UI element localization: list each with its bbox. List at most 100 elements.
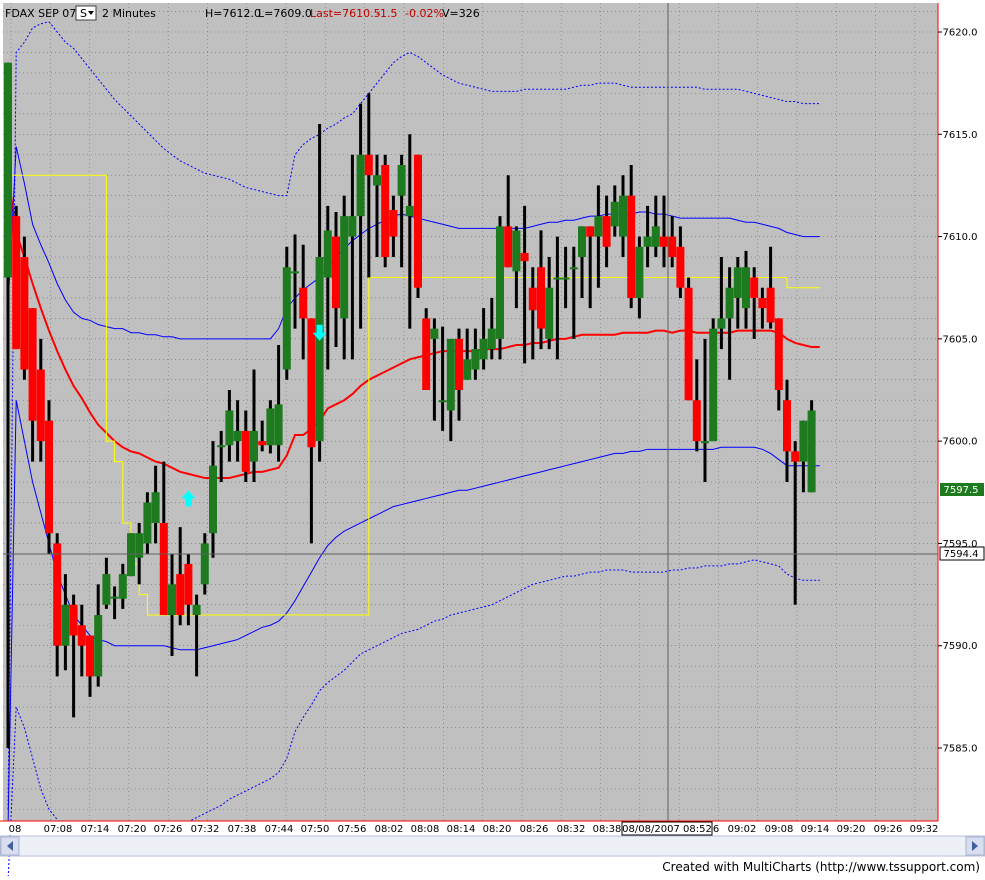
price-axis[interactable]: [938, 3, 985, 821]
candle-body-bear: [36, 369, 45, 442]
candle-body-bull: [651, 226, 660, 247]
candle-body-bear: [53, 543, 62, 646]
change-value: -1.5: [376, 7, 397, 20]
candle-body-bull: [348, 216, 357, 237]
candle-body-bull: [168, 584, 176, 616]
candle-body-bear: [528, 287, 537, 311]
crosshair-time-label: 08/08/2007 08:52: [622, 824, 712, 835]
price-tick-label: 7610.0: [943, 232, 978, 243]
candle-body-bear: [77, 625, 86, 646]
candle-body-bull: [725, 287, 734, 319]
candle: [422, 308, 431, 390]
scrollbar-track[interactable]: [0, 835, 985, 857]
candle-body-bear: [455, 338, 463, 390]
candle-body-bear: [381, 164, 390, 258]
candle-body-bull: [200, 543, 209, 585]
candle-body-bear: [668, 236, 677, 258]
candle-body-bull: [643, 236, 652, 247]
candle-body-bull: [430, 328, 439, 339]
candle-body-bull: [94, 615, 103, 677]
time-tick-label: 08:20: [483, 824, 512, 835]
candle-body-bull: [110, 596, 119, 599]
candle-body-bull: [102, 574, 111, 605]
candle-body-bear: [184, 563, 193, 605]
candle-body-bear: [258, 441, 267, 446]
last-price-label: 7597.5: [944, 485, 979, 496]
candle-body-bear: [299, 287, 308, 319]
candle-body-bull: [282, 267, 291, 370]
candle-body-bear: [783, 400, 791, 452]
candle-body-bull: [799, 420, 808, 462]
footer-credit: Created with MultiCharts (http://www.tss…: [662, 860, 980, 874]
candle-body-bull: [373, 175, 381, 186]
candle-body-bear: [45, 420, 53, 534]
candle-body-bear: [176, 574, 185, 616]
candle-body-bull: [274, 404, 283, 446]
time-tick-label: 09:02: [728, 824, 757, 835]
candle-body-bull: [594, 216, 603, 237]
candle-body-bull: [635, 246, 644, 298]
candle-body-bear: [332, 236, 340, 309]
last-value: Last=7610.5: [310, 7, 381, 20]
candle-body-bear: [28, 308, 37, 421]
candle-body-bull: [143, 502, 152, 544]
candle-body-bull: [471, 349, 480, 370]
time-tick-label: 09:26: [874, 824, 903, 835]
candle-body-bear: [758, 297, 767, 309]
candle-body-bear: [520, 252, 529, 262]
change-percent-value: -0.02%: [405, 7, 444, 20]
candle-body-bear: [660, 236, 668, 247]
candle-body-bull: [233, 430, 242, 442]
time-tick-label: 09:20: [837, 824, 866, 835]
horizontal-scrollbar[interactable]: [0, 835, 985, 857]
price-tick-label: 7590.0: [943, 641, 978, 652]
time-tick-label: 09:32: [910, 824, 939, 835]
time-tick-label: 08:08: [411, 824, 440, 835]
time-tick-label: 08: [9, 824, 22, 835]
candle: [414, 154, 422, 298]
time-tick-label: 07:26: [154, 824, 183, 835]
candle-body-bear: [159, 522, 168, 616]
candle-body-bull: [4, 62, 12, 278]
price-tick-label: 7585.0: [943, 744, 978, 755]
header-bar: FDAX SEP 07 S 2 Minutes H=7612.0 L=7609.…: [5, 5, 480, 21]
time-tick-label: 08:14: [447, 824, 476, 835]
candle-body-bear: [676, 246, 685, 288]
candle-body-bull: [807, 410, 816, 493]
candle-body-bull: [315, 257, 324, 442]
candle-body-bear: [774, 318, 783, 390]
candle-body-bear: [692, 400, 701, 442]
candle-body-bear: [241, 430, 250, 472]
time-tick-label: 08:26: [520, 824, 549, 835]
interval-label: 2 Minutes: [102, 7, 156, 20]
candle: [381, 154, 390, 268]
candle-body-bull: [496, 226, 504, 339]
candle-body-bull: [717, 318, 726, 329]
candle-body-bull: [266, 408, 275, 446]
candle-body-bear: [86, 635, 94, 677]
candle-body-bull: [118, 574, 127, 599]
time-tick-label: 07:14: [81, 824, 110, 835]
candle-body-bull: [619, 195, 627, 237]
volume-value: V=326: [442, 7, 480, 20]
time-tick-label: 07:56: [338, 824, 367, 835]
candle-body-bull: [561, 277, 570, 280]
candle-body-bear: [414, 154, 422, 288]
candle-body-bear: [627, 195, 636, 298]
candle-body-bear: [389, 209, 398, 237]
candle: [684, 277, 693, 401]
candle-body-bull: [512, 230, 521, 272]
time-tick-label: 6: [713, 824, 719, 835]
price-tick-label: 7605.0: [943, 334, 978, 345]
candle-body-bear: [307, 318, 316, 448]
candle-body-bull: [323, 230, 332, 278]
candle-body-bear: [684, 287, 693, 401]
candle-body-bear: [602, 216, 611, 247]
crosshair-price-label: 7594.4: [944, 549, 979, 560]
candle-body-bull: [742, 267, 750, 309]
plot-area[interactable]: [3, 3, 938, 821]
candle-body-bull: [340, 216, 349, 319]
price-tick-label: 7600.0: [943, 437, 978, 448]
time-tick-label: 07:44: [265, 824, 294, 835]
price-tick-label: 7615.0: [943, 130, 978, 141]
